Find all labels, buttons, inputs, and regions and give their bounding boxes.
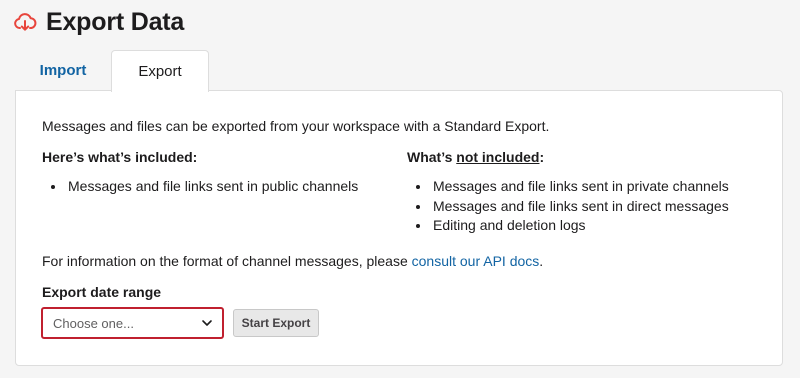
info-prefix: For information on the format of channel… <box>42 253 412 269</box>
date-range-label: Export date range <box>42 284 162 300</box>
select-value: Choose one... <box>53 315 134 331</box>
list-item: Messages and file links sent in public c… <box>51 177 382 197</box>
export-panel: Messages and files can be exported from … <box>15 90 783 366</box>
page-header: Export Data <box>12 4 184 40</box>
included-section: Here’s what’s included: Messages and fil… <box>42 149 382 197</box>
date-range-select[interactable]: Choose one... <box>41 307 224 339</box>
heading-suffix: : <box>539 149 545 165</box>
list-item: Messages and file links sent in private … <box>416 177 767 197</box>
info-suffix: . <box>539 253 544 269</box>
export-data-page: Export Data Import Export Messages and f… <box>0 0 800 378</box>
tab-import[interactable]: Import <box>15 50 111 90</box>
start-export-button[interactable]: Start Export <box>233 309 319 337</box>
heading-prefix: What’s <box>407 149 457 165</box>
not-included-list: Messages and file links sent in private … <box>407 177 767 236</box>
list-item: Editing and deletion logs <box>416 216 767 236</box>
api-docs-link[interactable]: consult our API docs <box>412 253 540 269</box>
tab-export[interactable]: Export <box>111 50 209 92</box>
chevron-down-icon <box>201 317 213 329</box>
list-item: Messages and file links sent in direct m… <box>416 197 767 217</box>
cloud-download-icon <box>12 9 38 35</box>
page-title: Export Data <box>46 7 185 36</box>
tab-bar: Import Export <box>15 50 209 92</box>
included-heading: Here’s what’s included: <box>42 149 198 165</box>
intro-text: Messages and files can be exported from … <box>42 118 550 134</box>
not-included-section: What’s not included: Messages and file l… <box>407 149 767 236</box>
heading-underlined: not included <box>456 149 540 165</box>
included-list: Messages and file links sent in public c… <box>42 177 382 197</box>
not-included-heading: What’s not included: <box>407 149 767 165</box>
api-info-text: For information on the format of channel… <box>42 253 543 269</box>
